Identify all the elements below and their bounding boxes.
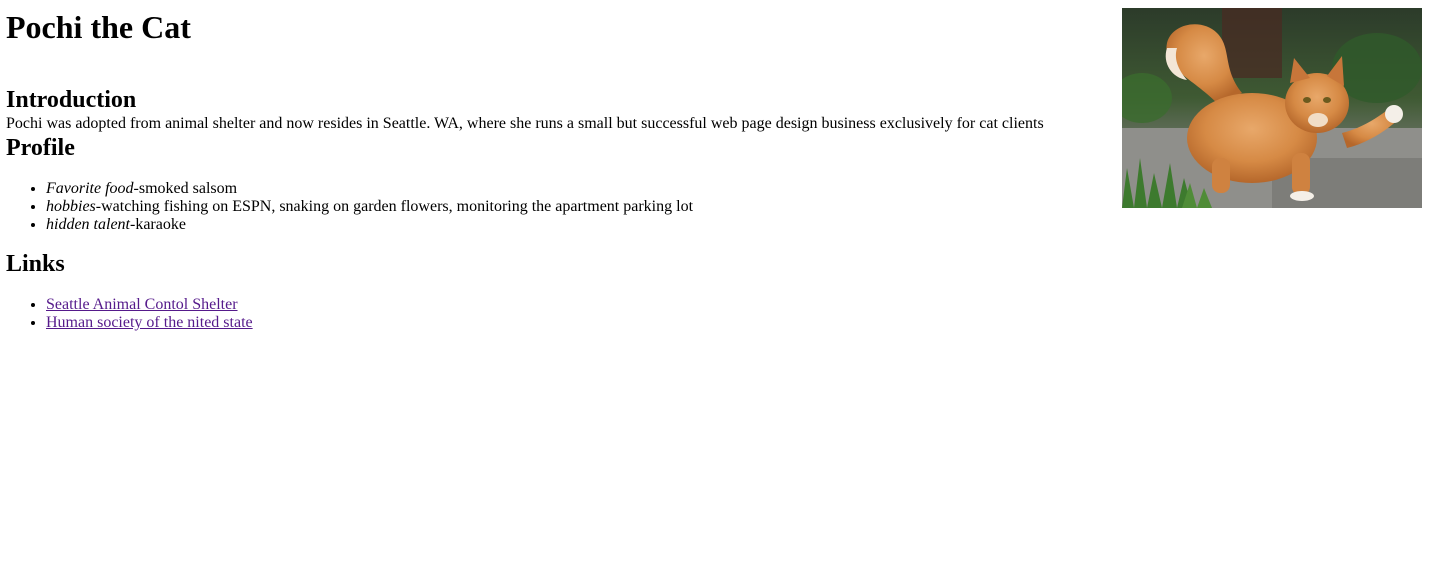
links-list: Seattle Animal Contol Shelter Human soci… [8, 296, 1422, 332]
cat-photo [1122, 8, 1422, 208]
links-heading: Links [6, 251, 65, 277]
list-item: Seattle Animal Contol Shelter [46, 296, 1422, 314]
link-seattle-animal-shelter[interactable]: Seattle Animal Contol Shelter [46, 296, 238, 313]
link-humane-society[interactable]: Human society of the nited state [46, 314, 253, 331]
profile-value: -watching fishing on ESPN, snaking on ga… [95, 198, 694, 215]
page: Pochi the Cat Introduction Pochi was ado… [0, 0, 1430, 583]
profile-term: hidden talent [46, 216, 130, 233]
profile-item-hidden-talent: hidden talent-karaoke [46, 216, 1422, 234]
profile-term: Favorite food [46, 180, 134, 197]
profile-value: -smoked salsom [133, 180, 238, 197]
list-item: Human society of the nited state [46, 314, 1422, 332]
profile-term: hobbies [46, 198, 96, 215]
profile-value: -karaoke [129, 216, 186, 233]
